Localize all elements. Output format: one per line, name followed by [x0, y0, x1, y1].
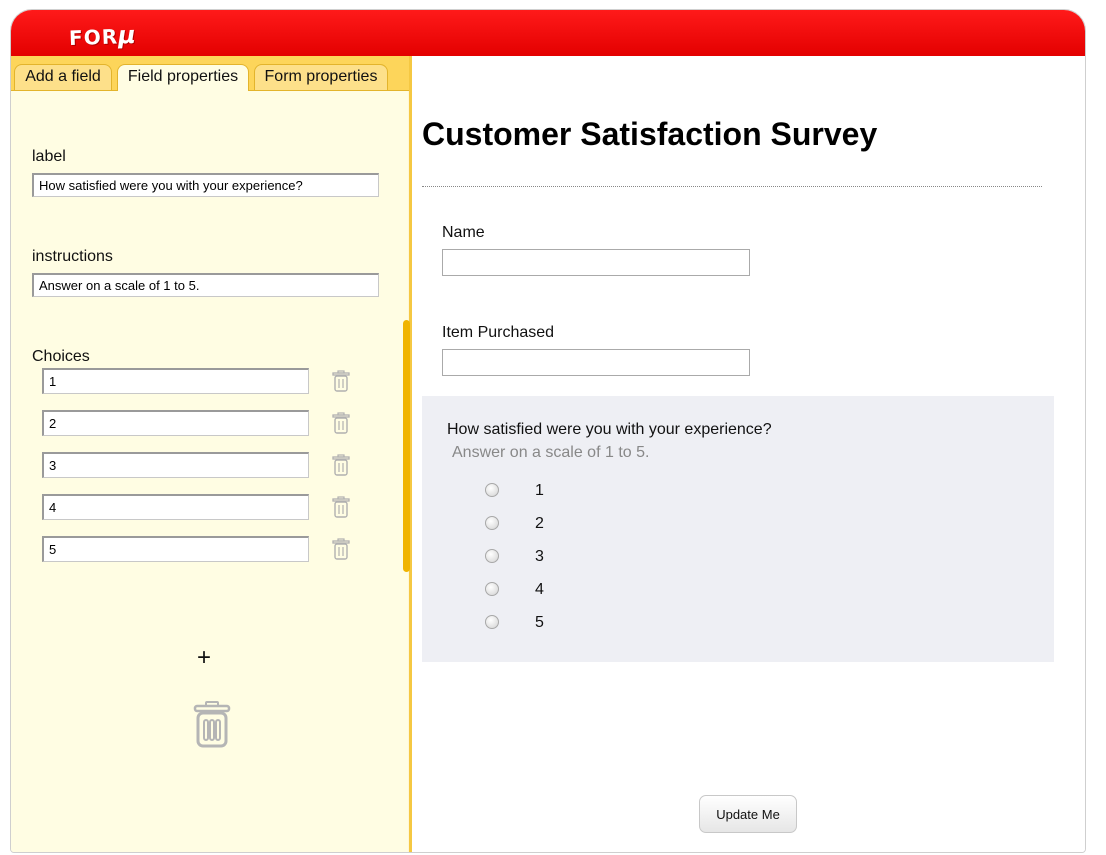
title-separator: [422, 186, 1042, 187]
name-field-input[interactable]: [442, 249, 750, 276]
selected-question-field[interactable]: How satisfied were you with your experie…: [422, 396, 1054, 662]
field-properties-body: label instructions Choices +: [11, 91, 408, 852]
resize-handle[interactable]: [403, 320, 410, 572]
delete-choice-5-icon[interactable]: [331, 538, 351, 560]
delete-choice-4-icon[interactable]: [331, 496, 351, 518]
update-button[interactable]: Update Me: [699, 795, 797, 833]
radio-label-2: 2: [535, 515, 544, 532]
radio-label-1: 1: [535, 482, 544, 499]
radio-option-2[interactable]: [485, 516, 499, 530]
choice-input-2[interactable]: [42, 410, 309, 436]
form-title[interactable]: Customer Satisfaction Survey: [422, 116, 877, 153]
item-purchased-input[interactable]: [442, 349, 750, 376]
tab-bar: Add a field Field properties Form proper…: [11, 56, 409, 91]
question-label: How satisfied were you with your experie…: [447, 421, 772, 438]
instructions-caption: instructions: [32, 248, 113, 265]
tab-form-properties[interactable]: Form properties: [254, 64, 388, 90]
radio-option-4[interactable]: [485, 582, 499, 596]
radio-label-4: 4: [535, 581, 544, 598]
choice-input-5[interactable]: [42, 536, 309, 562]
radio-option-3[interactable]: [485, 549, 499, 563]
delete-field-icon[interactable]: [192, 700, 232, 748]
app-window: FORμ Add a field Field properties Form p…: [10, 9, 1086, 853]
properties-panel: Add a field Field properties Form proper…: [11, 56, 409, 852]
radio-option-1[interactable]: [485, 483, 499, 497]
header-bar: FORμ: [11, 10, 1085, 56]
radio-label-3: 3: [535, 548, 544, 565]
choice-input-1[interactable]: [42, 368, 309, 394]
instructions-input[interactable]: [32, 273, 379, 297]
choice-input-4[interactable]: [42, 494, 309, 520]
forum-logo: FORμ: [68, 20, 138, 51]
choices-caption: Choices: [32, 348, 90, 365]
delete-choice-2-icon[interactable]: [331, 412, 351, 434]
label-caption: label: [32, 148, 66, 165]
radio-label-5: 5: [535, 614, 544, 631]
add-choice-button[interactable]: +: [197, 644, 211, 672]
item-purchased-label: Item Purchased: [442, 324, 555, 341]
name-field-label: Name: [442, 224, 485, 241]
delete-choice-1-icon[interactable]: [331, 370, 351, 392]
delete-choice-3-icon[interactable]: [331, 454, 351, 476]
tab-add-field[interactable]: Add a field: [14, 64, 112, 90]
label-input[interactable]: [32, 173, 379, 197]
form-preview: Customer Satisfaction Survey Name Item P…: [412, 56, 1085, 852]
tab-field-properties[interactable]: Field properties: [117, 64, 249, 91]
choice-input-3[interactable]: [42, 452, 309, 478]
question-instructions: Answer on a scale of 1 to 5.: [452, 444, 650, 461]
radio-option-5[interactable]: [485, 615, 499, 629]
